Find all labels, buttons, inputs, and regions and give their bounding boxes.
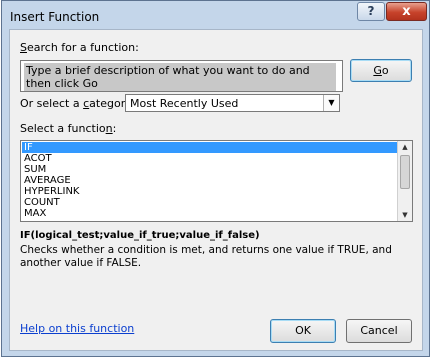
search-label-accel: S — [20, 41, 27, 54]
scrollbar-thumb[interactable] — [400, 155, 410, 189]
category-select[interactable]: Most Recently Used ▼ — [125, 94, 340, 112]
insert-function-dialog: Insert Function ? x Search for a functio… — [1, 0, 430, 357]
function-label-rest: : — [112, 122, 117, 135]
dialog-body: Search for a function: Type a brief desc… — [9, 29, 423, 351]
list-item[interactable]: ACOT — [22, 153, 399, 164]
list-item[interactable]: AVERAGE — [22, 175, 399, 186]
help-button[interactable]: ? — [357, 2, 385, 21]
search-label-rest: earch for a function: — [26, 41, 139, 54]
function-label-prefix: Select a functio — [20, 122, 106, 135]
close-icon: x — [402, 4, 411, 19]
function-label-accel: n — [105, 122, 113, 135]
category-selected-value: Most Recently Used — [130, 97, 239, 110]
up-arrow-icon[interactable]: ▲ — [398, 141, 412, 153]
go-label-accel: G — [373, 64, 382, 77]
list-item[interactable]: HYPERLINK — [22, 186, 399, 197]
list-item[interactable]: IF — [22, 142, 399, 153]
ok-button[interactable]: OK — [270, 319, 336, 343]
question-icon: ? — [367, 4, 375, 18]
chevron-down-icon[interactable]: ▼ — [323, 95, 339, 111]
list-item[interactable]: SUM — [22, 164, 399, 175]
list-item[interactable]: COUNT — [22, 197, 399, 208]
close-button[interactable]: x — [386, 2, 427, 21]
list-item[interactable]: MAX — [22, 208, 399, 219]
go-button[interactable]: Go — [350, 59, 412, 82]
search-input-text: Type a brief description of what you wan… — [24, 63, 336, 91]
search-input[interactable]: Type a brief description of what you wan… — [20, 60, 343, 92]
search-label: Search for a function: — [20, 41, 139, 54]
category-label-prefix: Or select a — [20, 97, 84, 110]
go-label-rest: o — [381, 64, 389, 77]
category-label: Or select a category: — [20, 97, 135, 110]
cancel-button[interactable]: Cancel — [346, 319, 412, 343]
function-list-label: Select a function: — [20, 122, 116, 135]
function-description: Checks whether a condition is met, and r… — [20, 244, 392, 269]
down-arrow-icon[interactable]: ▼ — [398, 209, 412, 221]
help-on-function-link[interactable]: Help on this function — [20, 322, 134, 335]
title-bar[interactable]: Insert Function ? x — [2, 1, 429, 31]
dialog-title: Insert Function — [10, 10, 100, 24]
list-scrollbar[interactable]: ▲ ▼ — [397, 141, 412, 221]
function-list[interactable]: IF ACOT SUM AVERAGE HYPERLINK COUNT MAX … — [20, 140, 413, 222]
function-signature: IF(logical_test;value_if_true;value_if_f… — [20, 230, 260, 241]
